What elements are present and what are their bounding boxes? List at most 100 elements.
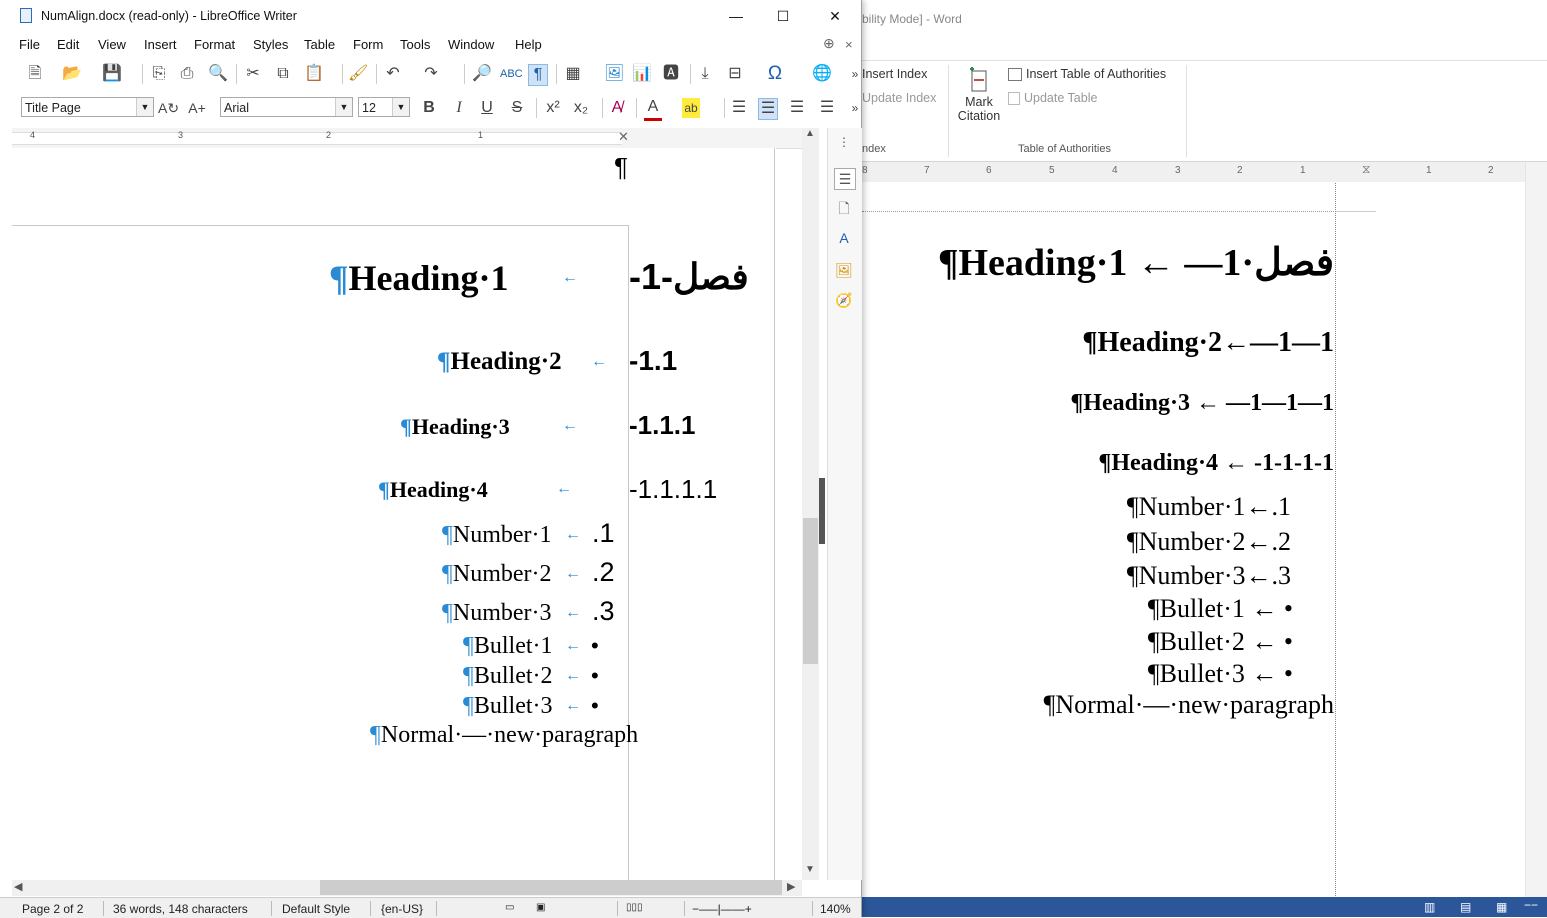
sidebar-collapse-handle[interactable] bbox=[819, 478, 825, 544]
page-icon[interactable]: 🗋 bbox=[834, 198, 854, 218]
update-index-button[interactable]: Update Index bbox=[862, 91, 936, 105]
sidebar-menu-icon[interactable]: ⋮ bbox=[834, 132, 854, 152]
superscript-icon[interactable]: x² bbox=[544, 98, 562, 118]
vertical-scrollbar[interactable]: ▲ ▼ bbox=[802, 128, 819, 880]
scroll-right-icon[interactable]: ▶ bbox=[787, 880, 795, 893]
insert-table-icon[interactable]: ▦ bbox=[564, 64, 582, 84]
open-icon[interactable]: 📂 bbox=[62, 64, 82, 84]
indent-marker-icon[interactable]: ⧖ bbox=[1362, 162, 1370, 177]
menu-insert[interactable]: Insert bbox=[144, 37, 177, 52]
writer-heading-4: ¶Heading·4 bbox=[378, 477, 488, 502]
maximize-button[interactable]: ☐ bbox=[763, 4, 803, 28]
close-document-icon[interactable]: × bbox=[845, 37, 853, 52]
page-break-icon[interactable]: ⤓ bbox=[696, 64, 714, 84]
print-icon[interactable]: ⎙ bbox=[178, 64, 196, 84]
italic-icon[interactable]: I bbox=[450, 98, 468, 118]
menu-file[interactable]: File bbox=[19, 37, 40, 52]
zoom-slider[interactable]: −− bbox=[1524, 898, 1538, 912]
font-color-icon[interactable]: A bbox=[644, 98, 662, 121]
menu-help[interactable]: Help bbox=[515, 37, 542, 52]
page-style[interactable]: Default Style bbox=[282, 902, 350, 916]
menu-tools[interactable]: Tools bbox=[400, 37, 430, 52]
save-icon[interactable]: 💾 bbox=[102, 64, 122, 84]
insert-field-icon[interactable]: ⊟ bbox=[726, 64, 744, 84]
selection-mode-icon[interactable]: ▣ bbox=[536, 902, 545, 913]
more-toolbar-icon[interactable]: » bbox=[846, 64, 864, 84]
formatting-marks-icon[interactable]: ¶ bbox=[528, 64, 548, 86]
text-language[interactable]: {en-US} bbox=[381, 902, 423, 916]
read-mode-icon[interactable]: ▥ bbox=[1424, 900, 1435, 914]
menu-styles[interactable]: Styles bbox=[253, 37, 288, 52]
menu-table[interactable]: Table bbox=[304, 37, 335, 52]
insert-image-icon[interactable]: 🖼 bbox=[604, 64, 624, 84]
update-style-icon[interactable]: A↻ bbox=[158, 98, 179, 118]
zoom-level[interactable]: 140% bbox=[820, 902, 851, 916]
align-center-icon[interactable]: ☰ bbox=[758, 98, 778, 120]
minimize-button[interactable]: — bbox=[716, 4, 756, 28]
find-replace-icon[interactable]: 🔎 bbox=[472, 64, 492, 84]
vertical-scroll-thumb[interactable] bbox=[803, 518, 818, 664]
view-layout-icon[interactable]: ▯▯▯ bbox=[626, 902, 643, 913]
globe-icon[interactable]: ⊕ bbox=[823, 35, 835, 52]
mark-citation-button[interactable]: Mark Citation bbox=[954, 65, 1004, 123]
bold-icon[interactable]: B bbox=[420, 98, 438, 118]
cut-icon[interactable]: ✂ bbox=[244, 64, 262, 84]
indent-marker-icon[interactable]: ✕ bbox=[618, 129, 629, 145]
justify-icon[interactable]: ☰ bbox=[818, 98, 836, 118]
insert-textbox-icon[interactable]: 🅰 bbox=[662, 64, 680, 84]
undo-icon[interactable]: ↶ bbox=[384, 64, 402, 84]
new-document-icon[interactable]: 🗎 bbox=[26, 64, 44, 84]
scroll-left-icon[interactable]: ◀ bbox=[14, 880, 22, 893]
menu-view[interactable]: View bbox=[98, 37, 126, 52]
horizontal-ruler[interactable]: 4 3 2 1 ✕ bbox=[12, 128, 802, 149]
export-pdf-icon[interactable]: ⎘ bbox=[150, 64, 168, 84]
insert-mode-icon[interactable]: ▭ bbox=[505, 902, 514, 913]
insert-index-button[interactable]: Insert Index bbox=[862, 67, 927, 81]
subscript-icon[interactable]: x₂ bbox=[572, 98, 590, 118]
align-left-icon[interactable]: ☰ bbox=[730, 98, 748, 118]
scroll-up-icon[interactable]: ▲ bbox=[805, 128, 815, 139]
clear-formatting-icon[interactable]: A̸ bbox=[608, 98, 626, 118]
spelling-icon[interactable]: ABC bbox=[500, 64, 523, 84]
highlight-color-icon[interactable]: ab bbox=[682, 98, 700, 118]
font-size-select[interactable]: 12 ▼ bbox=[358, 97, 410, 117]
redo-icon[interactable]: ↷ bbox=[422, 64, 440, 84]
hyperlink-icon[interactable]: 🌐 bbox=[812, 64, 832, 84]
print-preview-icon[interactable]: 🔍 bbox=[208, 64, 228, 84]
close-button[interactable]: ✕ bbox=[815, 4, 855, 28]
print-layout-icon[interactable]: ▤ bbox=[1460, 900, 1471, 914]
page-count[interactable]: Page 2 of 2 bbox=[22, 902, 83, 916]
insert-chart-icon[interactable]: 📊 bbox=[632, 64, 652, 84]
zoom-slider[interactable]: −—–|——+ bbox=[692, 902, 752, 916]
copy-icon[interactable]: ⧉ bbox=[274, 64, 292, 84]
menu-format[interactable]: Format bbox=[194, 37, 235, 52]
gallery-icon[interactable]: 🖼 bbox=[834, 260, 854, 280]
web-layout-icon[interactable]: ▦ bbox=[1496, 900, 1507, 914]
paste-icon[interactable]: 📋 bbox=[304, 64, 324, 84]
menu-edit[interactable]: Edit bbox=[57, 37, 79, 52]
ruler-number: 7 bbox=[924, 165, 930, 176]
word-vertical-scrollbar[interactable] bbox=[1525, 162, 1547, 897]
navigator-icon[interactable]: 🧭 bbox=[834, 290, 854, 310]
insert-table-of-authorities-button[interactable]: Insert Table of Authorities bbox=[1008, 67, 1166, 81]
special-character-icon[interactable]: Ω bbox=[766, 64, 784, 84]
status-separator bbox=[812, 901, 813, 916]
word-count[interactable]: 36 words, 148 characters bbox=[113, 902, 248, 916]
update-table-button[interactable]: Update Table bbox=[1008, 91, 1097, 105]
menu-window[interactable]: Window bbox=[448, 37, 494, 52]
clone-formatting-icon[interactable]: 🖌 bbox=[348, 64, 368, 84]
strikethrough-icon[interactable]: S bbox=[508, 98, 526, 118]
scroll-down-icon[interactable]: ▼ bbox=[805, 864, 815, 875]
underline-icon[interactable]: U bbox=[478, 98, 496, 118]
properties-icon[interactable]: ☰ bbox=[834, 168, 856, 190]
horizontal-scroll-thumb[interactable] bbox=[320, 880, 782, 895]
font-name-select[interactable]: Arial ▼ bbox=[220, 97, 353, 117]
new-style-icon[interactable]: A+ bbox=[188, 98, 206, 118]
styles-icon[interactable]: A bbox=[834, 228, 854, 248]
paragraph-style-select[interactable]: Title Page ▼ bbox=[21, 97, 154, 117]
status-bar: Page 2 of 2 36 words, 148 characters Def… bbox=[0, 897, 861, 918]
menu-form[interactable]: Form bbox=[353, 37, 383, 52]
more-toolbar-icon[interactable]: » bbox=[846, 98, 864, 118]
word-normal-paragraph: ¶Normal·—·new·paragraph bbox=[1043, 690, 1334, 719]
align-right-icon[interactable]: ☰ bbox=[788, 98, 806, 118]
